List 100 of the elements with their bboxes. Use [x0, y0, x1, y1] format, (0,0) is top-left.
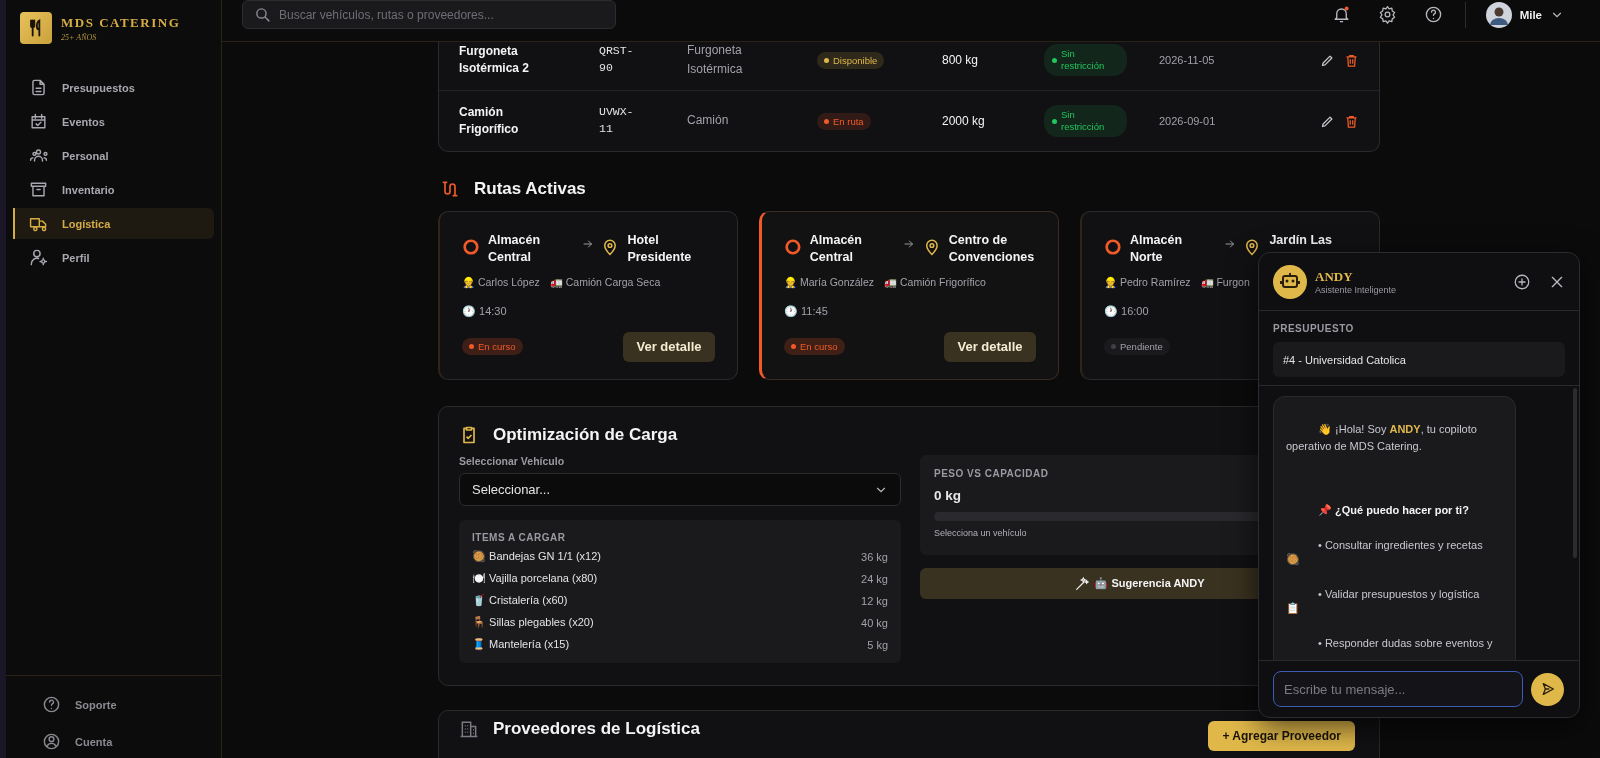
item-name: 🥤 Cristalería (x60): [472, 594, 568, 607]
vehicle-select[interactable]: Seleccionar...: [459, 473, 901, 506]
brand-tagline: 25+ AÑOS: [61, 32, 98, 42]
item-name: 🪑 Sillas plegables (x20): [472, 616, 594, 629]
people-icon: [29, 146, 48, 165]
driver-name: 👷 María González: [784, 275, 875, 289]
nav-item[interactable]: Inventario: [13, 174, 214, 205]
message-text: 👋 ¡Hola! Soy ANDY, tu copiloto operativo de MDS Catering.: [1286, 422, 1478, 454]
assistant-name: ANDY: [1315, 268, 1354, 285]
robot-avatar-icon: [1273, 264, 1307, 299]
detail-button[interactable]: Ver detalle: [944, 331, 1036, 362]
archive-icon: [29, 180, 48, 199]
section-title: Optimización de Carga: [493, 425, 678, 445]
help-icon[interactable]: [1423, 5, 1443, 24]
nav-item[interactable]: Soporte: [26, 688, 201, 721]
building-icon: [459, 719, 479, 739]
table-cell-text: 800 kg: [942, 53, 980, 67]
status-badge: Disponible: [817, 51, 885, 69]
driver-name: 👷 Pedro Ramírez: [1104, 275, 1191, 289]
table-cell-text: Furgoneta Isotérmica: [687, 42, 744, 78]
message-heading: 📌 ¿Qué puedo hacer por ti?: [1318, 504, 1470, 517]
field-label: PRESUPUESTO: [1273, 323, 1355, 334]
search-input[interactable]: Buscar vehículos, rutas o proveedores...: [279, 1, 604, 28]
search-icon: [254, 6, 271, 23]
section-title: Proveedores de Logística: [493, 719, 700, 739]
delete-icon[interactable]: [1344, 113, 1359, 129]
panel-title: ITEMS A CARGAR: [472, 532, 567, 543]
add-provider-button[interactable]: + Agregar Proveedor: [1208, 721, 1355, 751]
message-bullet: • Responder dudas sobre eventos y: [1318, 637, 1494, 649]
item-name: 🍽 Vajilla porcelana (x80): [472, 572, 598, 585]
status-badge: En curso: [784, 338, 845, 356]
origin-ring-icon: [462, 238, 480, 256]
table-cell-text: 2000 kg: [942, 114, 986, 128]
restriction-badge: Sin restricción: [1044, 44, 1127, 76]
weight-value: 0 kg: [934, 488, 961, 503]
table-cell-text: 2026-09-01: [1159, 115, 1217, 127]
item-name: 🥘 Bandejas GN 1/1 (x12): [472, 550, 601, 563]
vehicle-name: 🚛 Furgon: [1200, 275, 1250, 289]
route-time: 🕐 14:30: [462, 304, 508, 318]
budget-select[interactable]: #4 - Universidad Catolica: [1273, 342, 1565, 377]
item-weight: 36 kg: [861, 550, 888, 563]
delete-icon[interactable]: [1344, 52, 1359, 68]
origin-ring-icon: [784, 238, 802, 256]
detail-button[interactable]: Ver detalle: [623, 331, 715, 362]
message-bullet: • Consultar ingredientes y recetas: [1318, 539, 1484, 551]
field-label: Seleccionar Vehículo: [459, 455, 566, 467]
table-cell-text: Camión: [687, 112, 730, 130]
table-cell-text: QRST-90: [599, 43, 635, 76]
avatar[interactable]: [1485, 1, 1512, 28]
item-weight: 12 kg: [861, 594, 888, 607]
nav-item[interactable]: Logística: [13, 208, 214, 239]
status-badge: En ruta: [817, 112, 871, 130]
arrow-right-icon: [1223, 238, 1236, 250]
origin-name: Almacén Central: [487, 232, 542, 266]
origin-name: Almacén Norte: [1129, 232, 1184, 266]
item-weight: 5 kg: [867, 638, 888, 651]
vehicle-name: 🚛 Camión Frigorífico: [884, 275, 986, 289]
driver-name: 👷 Carlos López: [462, 275, 540, 289]
item-name: 🧵 Mantelería (x15): [472, 638, 570, 651]
table-cell-text: UVWX-11: [599, 104, 635, 137]
search-field[interactable]: Buscar vehículos, rutas o proveedores...: [242, 0, 616, 29]
calendar-check-icon: [29, 112, 48, 131]
assistant-subtitle: Asistente Inteligente: [1315, 284, 1398, 295]
brand-name: MDS CATERING: [61, 14, 181, 31]
nav-item[interactable]: Perfil: [13, 242, 214, 273]
origin-ring-icon: [1104, 238, 1122, 256]
user-gear-icon: [29, 248, 48, 267]
route-time: 🕐 11:45: [784, 304, 829, 318]
nav-item[interactable]: Personal: [13, 140, 214, 171]
item-weight: 24 kg: [861, 572, 888, 585]
section-title: Rutas Activas: [474, 178, 586, 199]
destination-name: Centro de Convenciones: [948, 232, 1036, 266]
status-badge: Pendiente: [1104, 338, 1170, 356]
message-emoji: 📋: [1286, 602, 1301, 615]
message-emoji: 🥘: [1286, 553, 1301, 566]
capacity-hint: Selecciona un vehículo: [934, 528, 1027, 538]
document-icon: [29, 78, 48, 97]
restriction-badge: Sin restricción: [1044, 105, 1127, 137]
destination-name: Hotel Presidente: [627, 232, 693, 266]
arrow-right-icon: [581, 238, 594, 250]
help-icon: [42, 695, 61, 714]
nav-item[interactable]: Cuenta: [26, 725, 201, 758]
table-cell-text: Furgoneta Isotérmica 2: [459, 42, 531, 77]
magic-wand-icon: [1074, 575, 1091, 592]
item-weight: 40 kg: [861, 616, 888, 629]
logo-icon: [20, 12, 52, 44]
message-input[interactable]: Escribe tu mensaje...: [1273, 671, 1523, 707]
settings-icon[interactable]: [1377, 5, 1397, 24]
table-cell-text: 2026-11-05: [1159, 54, 1216, 66]
nav-item[interactable]: Eventos: [13, 106, 214, 137]
user-name[interactable]: Mile: [1519, 8, 1542, 21]
status-badge: En curso: [462, 338, 523, 356]
send-button[interactable]: [1531, 672, 1564, 706]
panel-title: PESO VS CAPACIDAD: [934, 468, 1049, 479]
origin-name: Almacén Central: [809, 232, 863, 266]
destination-name: Jardín Las: [1269, 232, 1333, 249]
nav-item[interactable]: Presupuestos: [13, 72, 214, 103]
table-cell-text: Camión Frigorífico: [459, 103, 520, 138]
vehicle-name: 🚛 Camión Carga Seca: [549, 275, 661, 289]
arrow-right-icon: [903, 238, 915, 250]
